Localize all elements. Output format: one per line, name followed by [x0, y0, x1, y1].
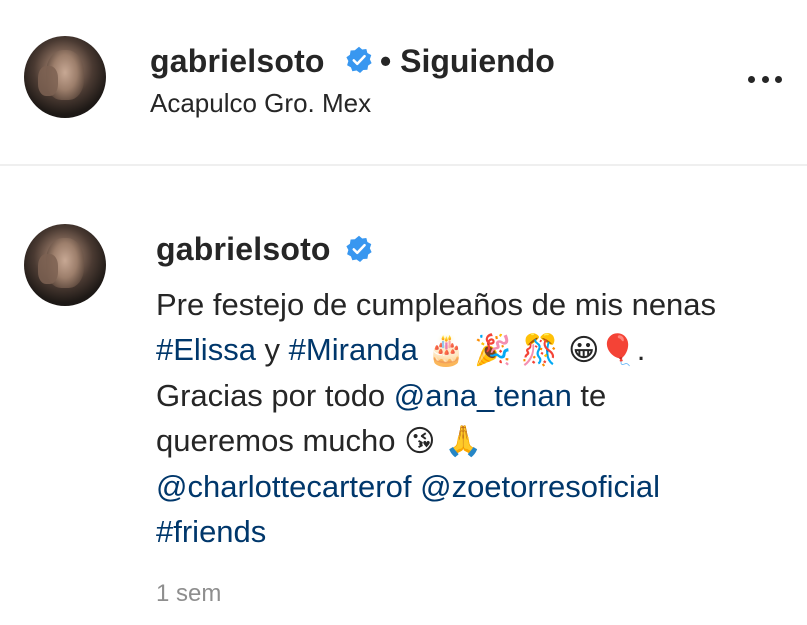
following-label[interactable]: Siguiendo [400, 43, 555, 79]
mention-link[interactable]: @zoetorresoficial [420, 469, 660, 504]
post-caption: Pre festejo de cumpleaños de mis nenas #… [156, 282, 796, 554]
caption-text [411, 469, 420, 504]
header-username[interactable]: gabrielsoto [150, 43, 325, 80]
caption-text: . [636, 332, 646, 367]
avatar-hand [38, 66, 58, 96]
caption-line: Pre festejo de cumpleaños de mis nenas [156, 287, 717, 322]
caption-text: Gracias por todo [156, 378, 394, 413]
caption-line: #Elissa y #Miranda 🎂 🎉 🎊 😀🎈. [156, 327, 796, 373]
mention-link[interactable]: @ana_tenan [394, 378, 572, 413]
post-header: gabrielsoto • Siguiendo Acapulco Gro. Me… [0, 0, 807, 166]
caption-username[interactable]: gabrielsoto [156, 231, 331, 268]
more-dot [761, 76, 769, 83]
location-label[interactable]: Acapulco Gro. Mex [150, 88, 371, 119]
hashtag-link[interactable]: #Elissa [156, 332, 256, 367]
caption-text: queremos mucho [156, 423, 405, 458]
caption-line: queremos mucho 😘 🙏 [156, 418, 796, 464]
verified-badge-icon [346, 235, 372, 262]
hashtag-link[interactable]: #Miranda [289, 332, 418, 367]
caption-line: #friends [156, 509, 796, 554]
avatar[interactable] [24, 36, 106, 118]
caption-text: y [255, 332, 289, 367]
party-emojis: 🎂 🎉 🎊 😀🎈 [417, 333, 637, 368]
caption-line: @charlottecarterof @zoetorresoficial [156, 464, 796, 509]
post-timestamp[interactable]: 1 sem [156, 580, 221, 608]
more-horizontal-icon[interactable] [748, 76, 782, 84]
more-dot [748, 76, 755, 83]
caption-line: Gracias por todo @ana_tenan te [156, 373, 796, 418]
avatar-hand [38, 254, 58, 284]
more-dot [775, 76, 782, 83]
kiss-pray-emojis: 😘 🙏 [404, 424, 483, 459]
caption-avatar[interactable] [24, 224, 106, 306]
hashtag-link[interactable]: #friends [156, 514, 266, 549]
verified-badge-icon [346, 46, 372, 73]
mention-link[interactable]: @charlottecarterof [156, 469, 411, 504]
follow-status[interactable]: • Siguiendo [380, 43, 555, 80]
separator-dot: • [380, 43, 392, 79]
caption-text: te [571, 378, 607, 413]
